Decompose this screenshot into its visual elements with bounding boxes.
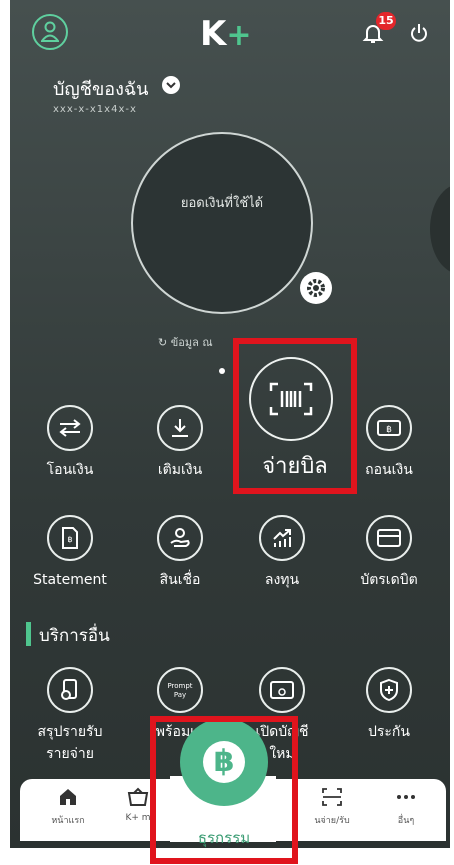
svg-text:฿: ฿ <box>386 425 392 435</box>
next-card-peek[interactable] <box>430 184 450 274</box>
balance-label: ยอดเงินที่ใช้ได้ <box>180 196 264 211</box>
logo-plus: + <box>226 18 251 53</box>
account-number: xxx-x-x1x4x-x <box>53 104 137 115</box>
nav-more[interactable]: อื่นๆ <box>376 779 436 827</box>
service-topup[interactable]: เติมเงิน <box>130 405 230 481</box>
refresh-text: ข้อมูล ณ <box>170 336 213 349</box>
statement-icon: ฿ <box>47 515 93 561</box>
refresh-info[interactable]: ↻ ข้อมูล ณ <box>158 333 213 351</box>
section-accent-bar <box>26 622 31 646</box>
loan-icon <box>157 515 203 561</box>
service-label: สรุปรายรับ รายจ่าย <box>20 721 120 765</box>
service-summary[interactable]: สรุปรายรับ รายจ่าย <box>20 667 120 765</box>
account-name[interactable]: บัญชีของฉัน <box>53 74 148 103</box>
logo-k: K <box>200 14 226 54</box>
home-icon <box>38 787 98 813</box>
svg-text:Prompt: Prompt <box>167 682 192 690</box>
profile-icon[interactable] <box>32 14 68 50</box>
page-indicator-dot <box>219 368 225 374</box>
svg-text:Pay: Pay <box>174 691 186 699</box>
withdraw-icon: ฿ <box>366 405 412 451</box>
promptpay-icon: Prompt Pay <box>157 667 203 713</box>
service-label-line1: สรุปรายรับ <box>37 724 103 740</box>
notification-badge: 15 <box>376 12 396 30</box>
debit-card-icon <box>366 515 412 561</box>
service-insurance[interactable]: ประกัน <box>339 667 439 743</box>
power-icon[interactable] <box>408 22 430 44</box>
service-label-line2: รายจ่าย <box>46 746 94 762</box>
svg-text:฿: ฿ <box>67 535 72 544</box>
insurance-icon <box>366 667 412 713</box>
scan-icon <box>302 787 362 813</box>
other-services-title: บริการอื่น <box>39 626 110 646</box>
transfer-icon <box>47 405 93 451</box>
service-transfer[interactable]: โอนเงิน <box>20 405 120 481</box>
service-invest[interactable]: ลงทุน <box>232 515 332 591</box>
nav-scan[interactable]: นจ่าย/รับ <box>302 779 362 827</box>
invest-icon <box>259 515 305 561</box>
nav-label: นจ่าย/รับ <box>314 816 350 826</box>
summary-icon <box>47 667 93 713</box>
nav-label: อื่นๆ <box>397 816 415 826</box>
topup-icon <box>157 405 203 451</box>
service-label: เติมเงิน <box>157 462 203 478</box>
more-icon <box>376 787 436 813</box>
refresh-icon: ↻ <box>158 336 168 349</box>
service-label: ประกัน <box>368 724 410 740</box>
chevron-down-icon[interactable] <box>162 76 180 94</box>
balance-circle[interactable]: ยอดเงินที่ใช้ได้ <box>131 132 313 314</box>
gear-icon[interactable] <box>300 272 332 304</box>
nav-home[interactable]: หน้าแรก <box>38 779 98 827</box>
service-loan[interactable]: สินเชื่อ <box>130 515 230 591</box>
kplus-logo: K+ <box>200 14 252 56</box>
service-statement[interactable]: ฿ Statement <box>20 515 120 591</box>
service-label: Statement <box>33 572 107 588</box>
service-label: โอนเงิน <box>46 462 94 478</box>
service-label: บัตรเดบิต <box>360 572 418 588</box>
nav-label: หน้าแรก <box>51 816 85 826</box>
highlight-transactions <box>150 716 298 864</box>
service-label: ลงทุน <box>264 572 300 588</box>
service-debit-card[interactable]: บัตรเดบิต <box>339 515 439 591</box>
service-label: สินเชื่อ <box>159 572 201 588</box>
open-account-icon <box>259 667 305 713</box>
highlight-pay-bill <box>233 338 357 494</box>
